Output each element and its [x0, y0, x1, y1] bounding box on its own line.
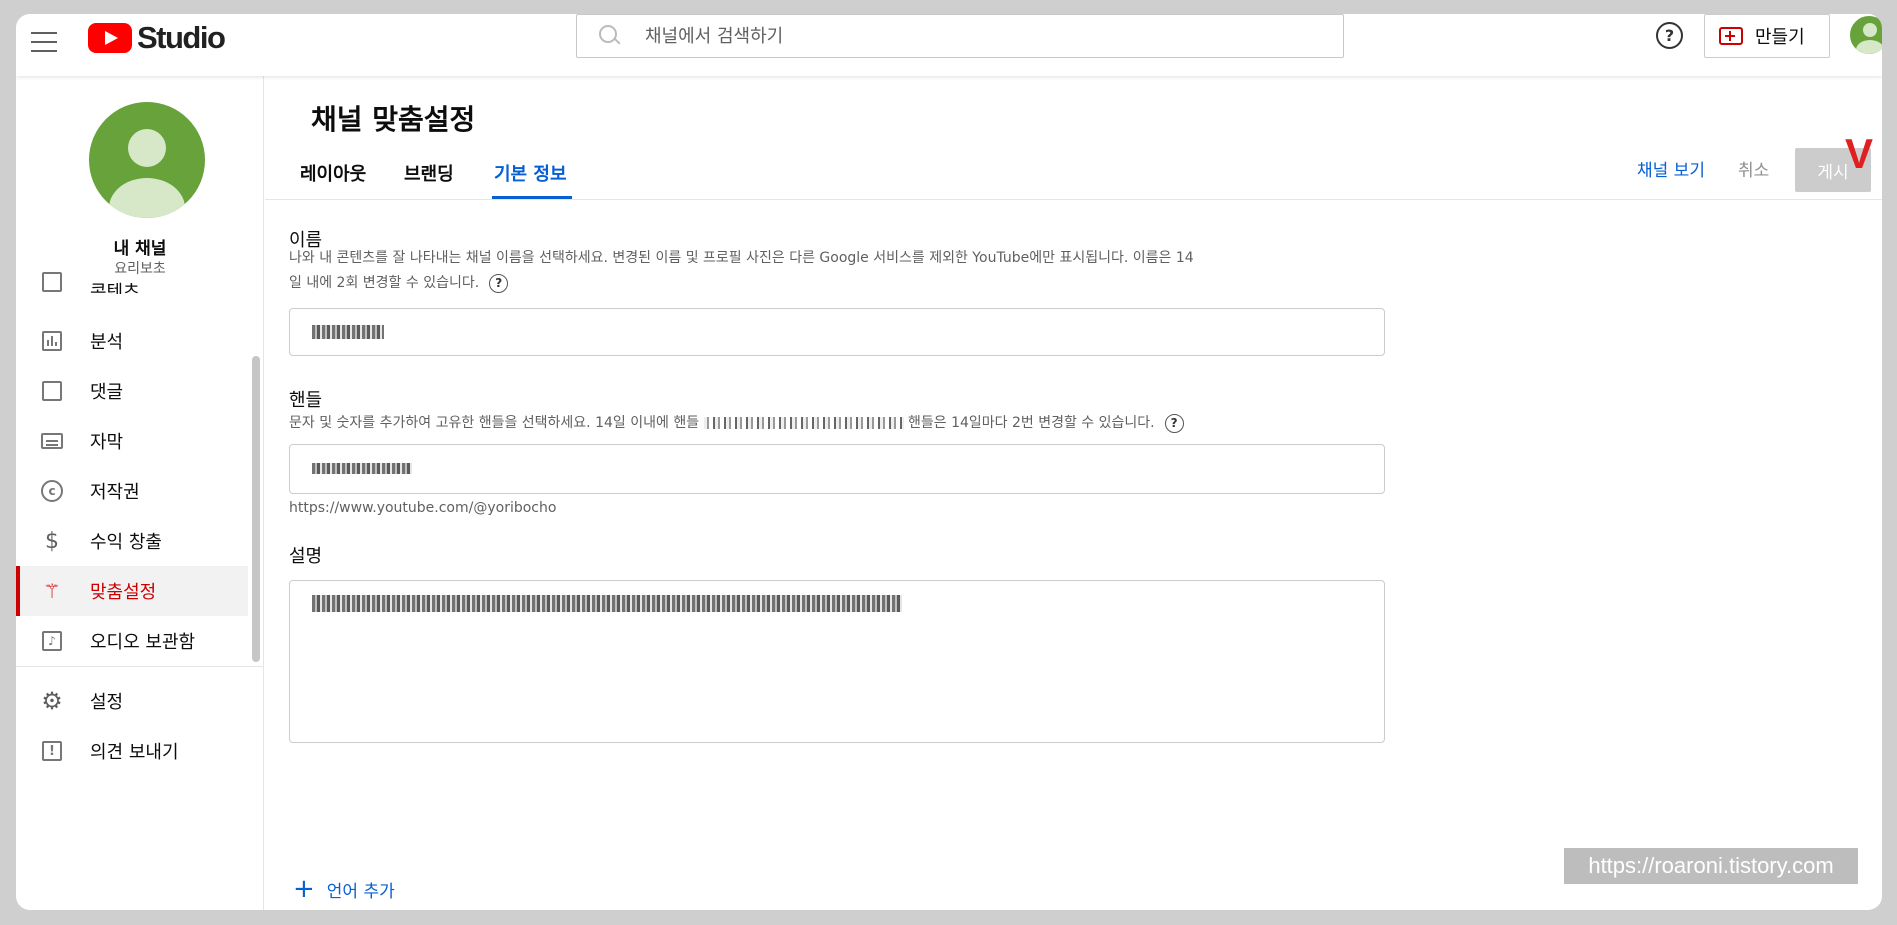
cancel-button[interactable]: 취소 [1738, 156, 1769, 181]
sidebar-item-feedback[interactable]: ! 의견 보내기 [16, 726, 248, 776]
handle-url: https://www.youtube.com/@yoribocho [289, 500, 557, 516]
channel-name: 내 채널 [113, 239, 167, 259]
help-icon[interactable]: ? [1656, 22, 1683, 49]
sidebar-item-analytics[interactable]: 분석 [16, 316, 248, 366]
sidebar-item-comments[interactable]: 댓글 [16, 366, 248, 416]
redacted-text [703, 417, 904, 429]
plus-icon: + [293, 874, 315, 904]
redacted-description [312, 595, 902, 612]
redacted-name [312, 325, 384, 339]
description-label: 설명 [289, 546, 323, 567]
sidebar-item-label: 저작권 [90, 482, 140, 503]
sidebar-item-label: 설정 [90, 692, 124, 713]
dollar-icon: $ [45, 528, 59, 554]
name-description: 나와 내 콘텐츠를 잘 나타내는 채널 이름을 선택하세요. 변경된 이름 및 … [289, 246, 1399, 296]
hamburger-menu-icon[interactable] [31, 32, 57, 54]
sidebar-item-label: 분석 [90, 332, 124, 353]
create-button[interactable]: 만들기 [1704, 14, 1830, 58]
sidebar-scrollbar[interactable] [252, 356, 260, 662]
tab-basic-info[interactable]: 기본 정보 [494, 160, 567, 200]
copyright-icon: c [40, 479, 64, 503]
sidebar-item-label: 맞춤설정 [90, 582, 157, 603]
redacted-handle [312, 463, 412, 474]
sidebar-item-label: 의견 보내기 [90, 742, 179, 763]
sidebar-item-label: 댓글 [90, 382, 124, 403]
magic-wand-icon: ⚚ [43, 579, 61, 603]
sidebar: 내 채널 요리보초 콘텐츠 분석 댓글 자막 c 저작권 $ 수익 창출 ⚚ 맞… [16, 76, 264, 910]
tab-layout[interactable]: 레이아웃 [300, 160, 366, 200]
sidebar-item-settings[interactable]: ⚙ 설정 [16, 676, 248, 726]
content-icon [40, 270, 64, 294]
create-video-icon [1719, 27, 1743, 45]
name-description-line2: 일 내에 2회 변경할 수 있습니다.? [289, 271, 1399, 296]
handle-label: 핸들 [289, 390, 323, 411]
handle-description: 문자 및 숫자를 추가하여 고유한 핸들을 선택하세요. 14일 이내에 핸들 … [289, 411, 1399, 436]
help-circle-icon[interactable]: ? [489, 273, 509, 293]
tabs-divider [265, 199, 1882, 200]
sidebar-item-content[interactable]: 콘텐츠 [16, 266, 248, 294]
feedback-icon: ! [40, 739, 64, 763]
audio-library-icon: ♪ [40, 629, 64, 653]
add-language-button[interactable]: + 언어 추가 [293, 876, 395, 902]
sidebar-item-copyright[interactable]: c 저작권 [16, 466, 248, 516]
sidebar-item-label: 오디오 보관함 [90, 632, 196, 653]
logo-text: Studio [137, 20, 226, 55]
page-title: 채널 맞춤설정 [311, 103, 476, 136]
annotation-mark: V [1845, 130, 1874, 177]
channel-avatar[interactable] [89, 102, 205, 218]
description-textarea[interactable] [289, 580, 1385, 743]
studio-window: Studio ? 만들기 내 채널 요리보초 콘텐츠 분석 댓글 [16, 14, 1882, 910]
main-content: 채널 맞춤설정 레이아웃 브랜딩 기본 정보 채널 보기 취소 게시 V 이름 … [265, 76, 1882, 910]
analytics-icon [40, 329, 64, 353]
gear-icon: ⚙ [41, 687, 63, 715]
sidebar-item-label: 콘텐츠 [90, 282, 140, 294]
sidebar-item-subtitles[interactable]: 자막 [16, 416, 248, 466]
search-icon [599, 25, 621, 47]
sidebar-item-audio-library[interactable]: ♪ 오디오 보관함 [16, 616, 248, 666]
help-circle-icon[interactable]: ? [1164, 413, 1184, 433]
active-indicator [16, 566, 20, 616]
name-description-line1: 나와 내 콘텐츠를 잘 나타내는 채널 이름을 선택하세요. 변경된 이름 및 … [289, 250, 1194, 266]
add-language-label: 언어 추가 [326, 881, 395, 902]
youtube-studio-logo[interactable]: Studio [88, 20, 226, 56]
name-input[interactable] [289, 308, 1385, 356]
view-channel-link[interactable]: 채널 보기 [1637, 156, 1705, 181]
comments-icon [40, 379, 64, 403]
search-box[interactable] [576, 14, 1344, 58]
handle-input[interactable] [289, 444, 1385, 494]
account-avatar[interactable] [1848, 14, 1882, 56]
watermark: https://roaroni.tistory.com [1564, 848, 1858, 884]
sidebar-divider [16, 666, 264, 667]
sidebar-item-label: 수익 창출 [90, 532, 162, 553]
subtitles-icon [40, 429, 64, 453]
sidebar-item-customization[interactable]: ⚚ 맞춤설정 [16, 566, 248, 616]
create-button-label: 만들기 [1755, 27, 1805, 48]
top-bar: Studio ? 만들기 [16, 14, 1882, 76]
sidebar-item-monetization[interactable]: $ 수익 창출 [16, 516, 248, 566]
youtube-play-icon [88, 23, 132, 53]
sidebar-item-label: 자막 [90, 432, 124, 453]
tab-branding[interactable]: 브랜딩 [404, 160, 454, 200]
search-input[interactable] [645, 25, 1245, 47]
